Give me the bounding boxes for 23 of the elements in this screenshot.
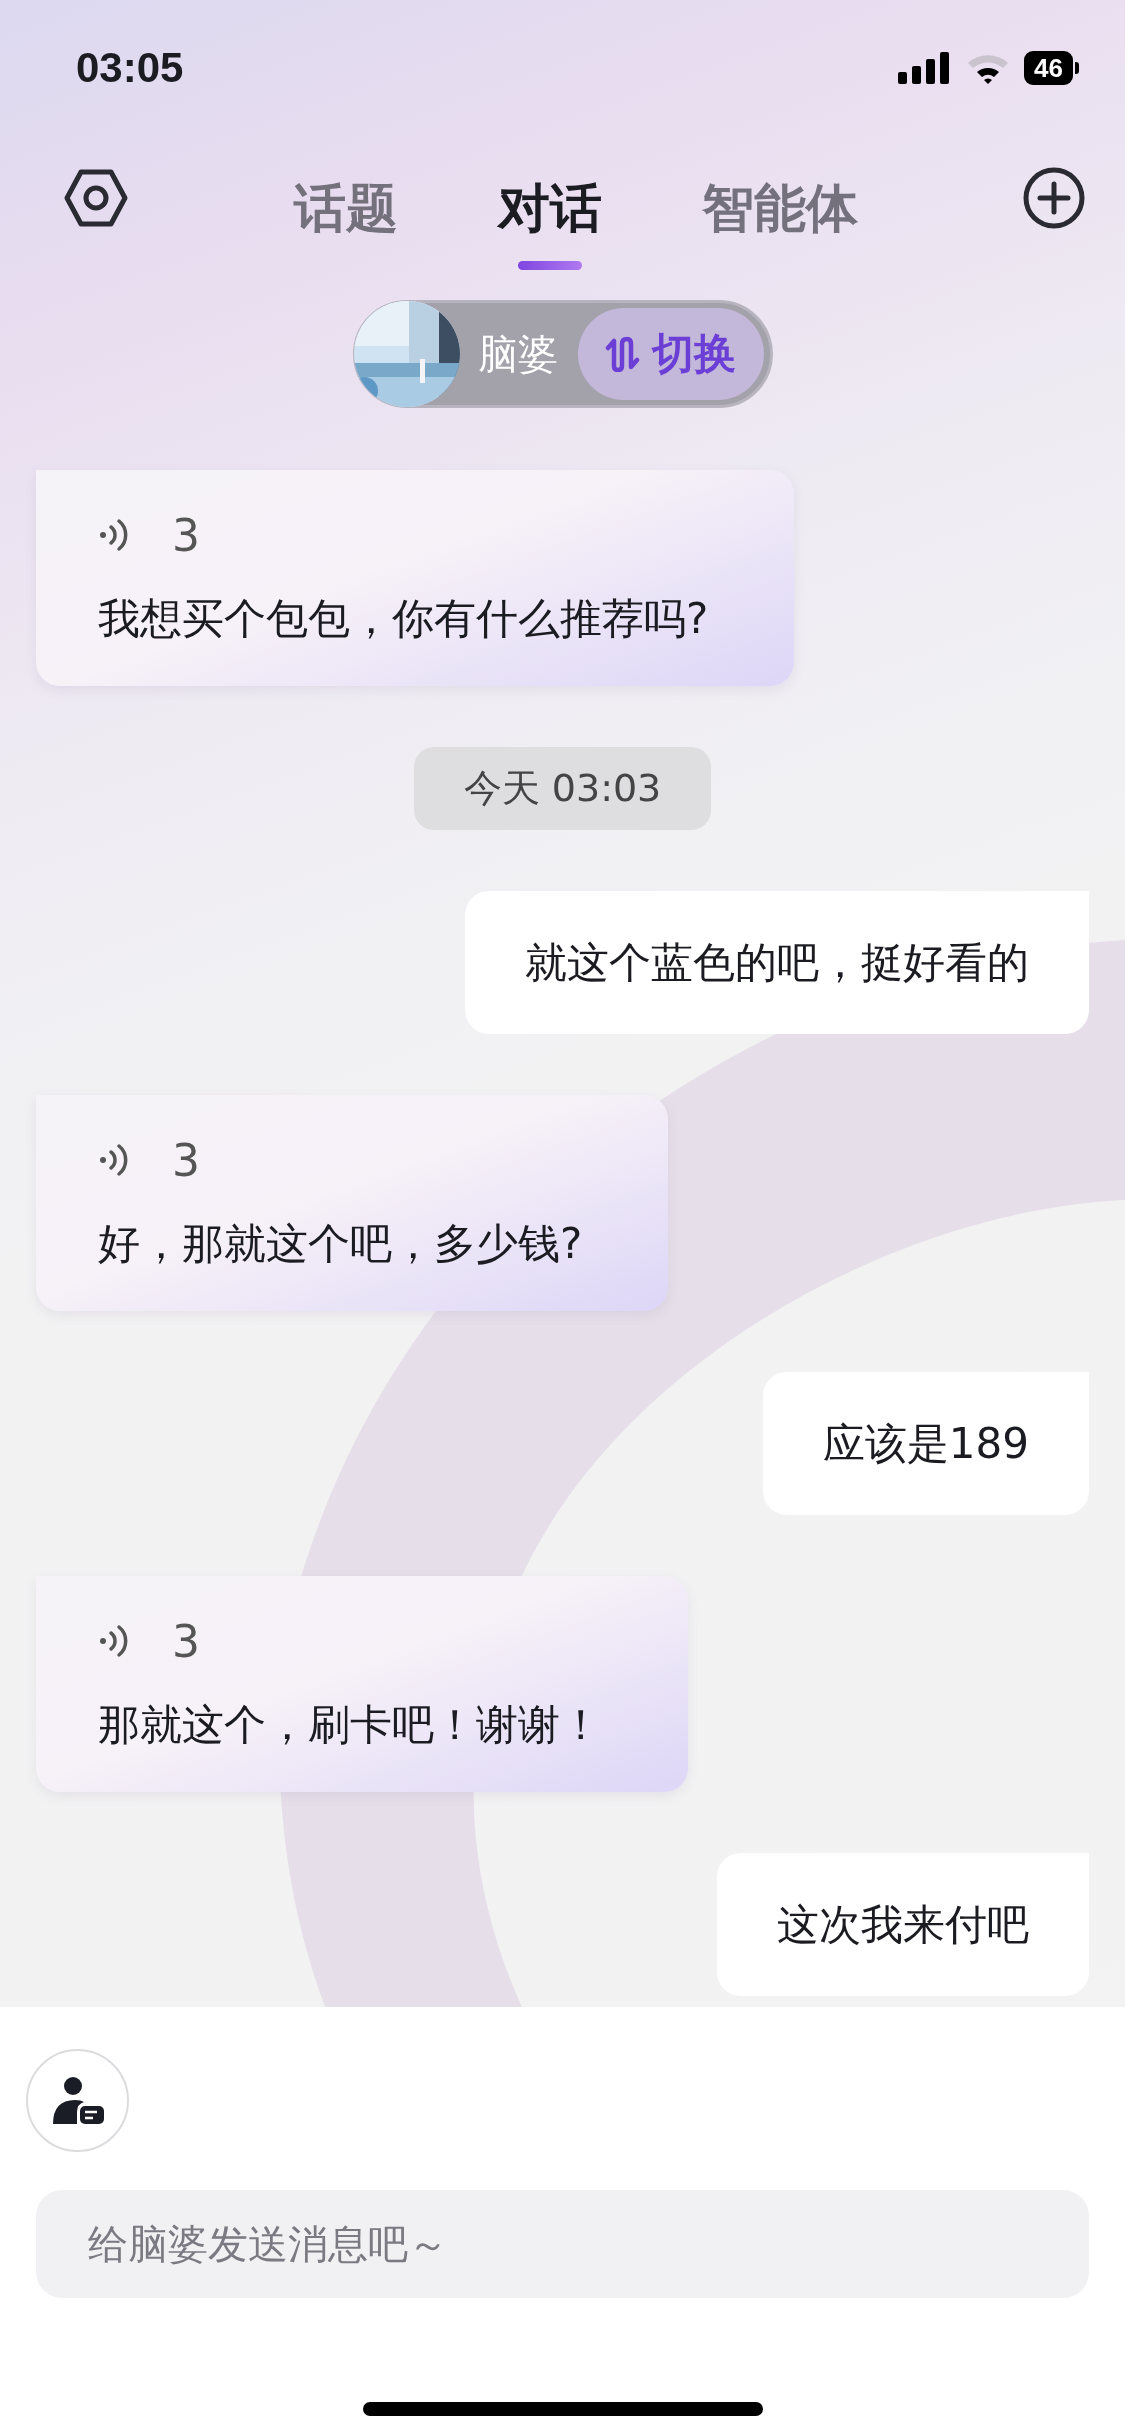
swap-icon: [603, 336, 640, 372]
message-text: 好，那就这个吧，多少钱?: [98, 1218, 583, 1270]
message-input-field[interactable]: 给脑婆发送消息吧～: [36, 2190, 1089, 2298]
user-message-bubble: 这次我来付吧: [717, 1853, 1089, 1996]
user-message-bubble: 应该是189: [762, 1372, 1089, 1515]
nav-tab[interactable]: 对话: [497, 176, 602, 270]
persona-button[interactable]: [26, 2049, 129, 2152]
switch-button[interactable]: 切换: [577, 308, 764, 400]
persona-switcher[interactable]: 脑婆 切换: [352, 300, 773, 408]
voice-duration: 3: [172, 1615, 200, 1667]
status-time: 03:05: [76, 44, 184, 92]
timestamp: 今天 03:03: [413, 747, 712, 830]
persona-name: 脑婆: [476, 329, 559, 379]
user-message-bubble: 就这个蓝色的吧，挺好看的: [465, 891, 1089, 1034]
add-icon[interactable]: [1023, 167, 1085, 229]
nav-tab[interactable]: 话题: [293, 176, 398, 239]
voice-duration: 3: [172, 1134, 200, 1186]
message-text: 那就这个，刷卡吧！谢谢！: [98, 1699, 602, 1751]
message-text: 我想买个包包，你有什么推荐吗?: [98, 593, 709, 645]
settings-icon[interactable]: [64, 169, 128, 227]
voice-duration: 3: [172, 509, 200, 561]
nav-tab[interactable]: 智能体: [701, 176, 858, 239]
user-card-icon: [50, 2075, 105, 2126]
